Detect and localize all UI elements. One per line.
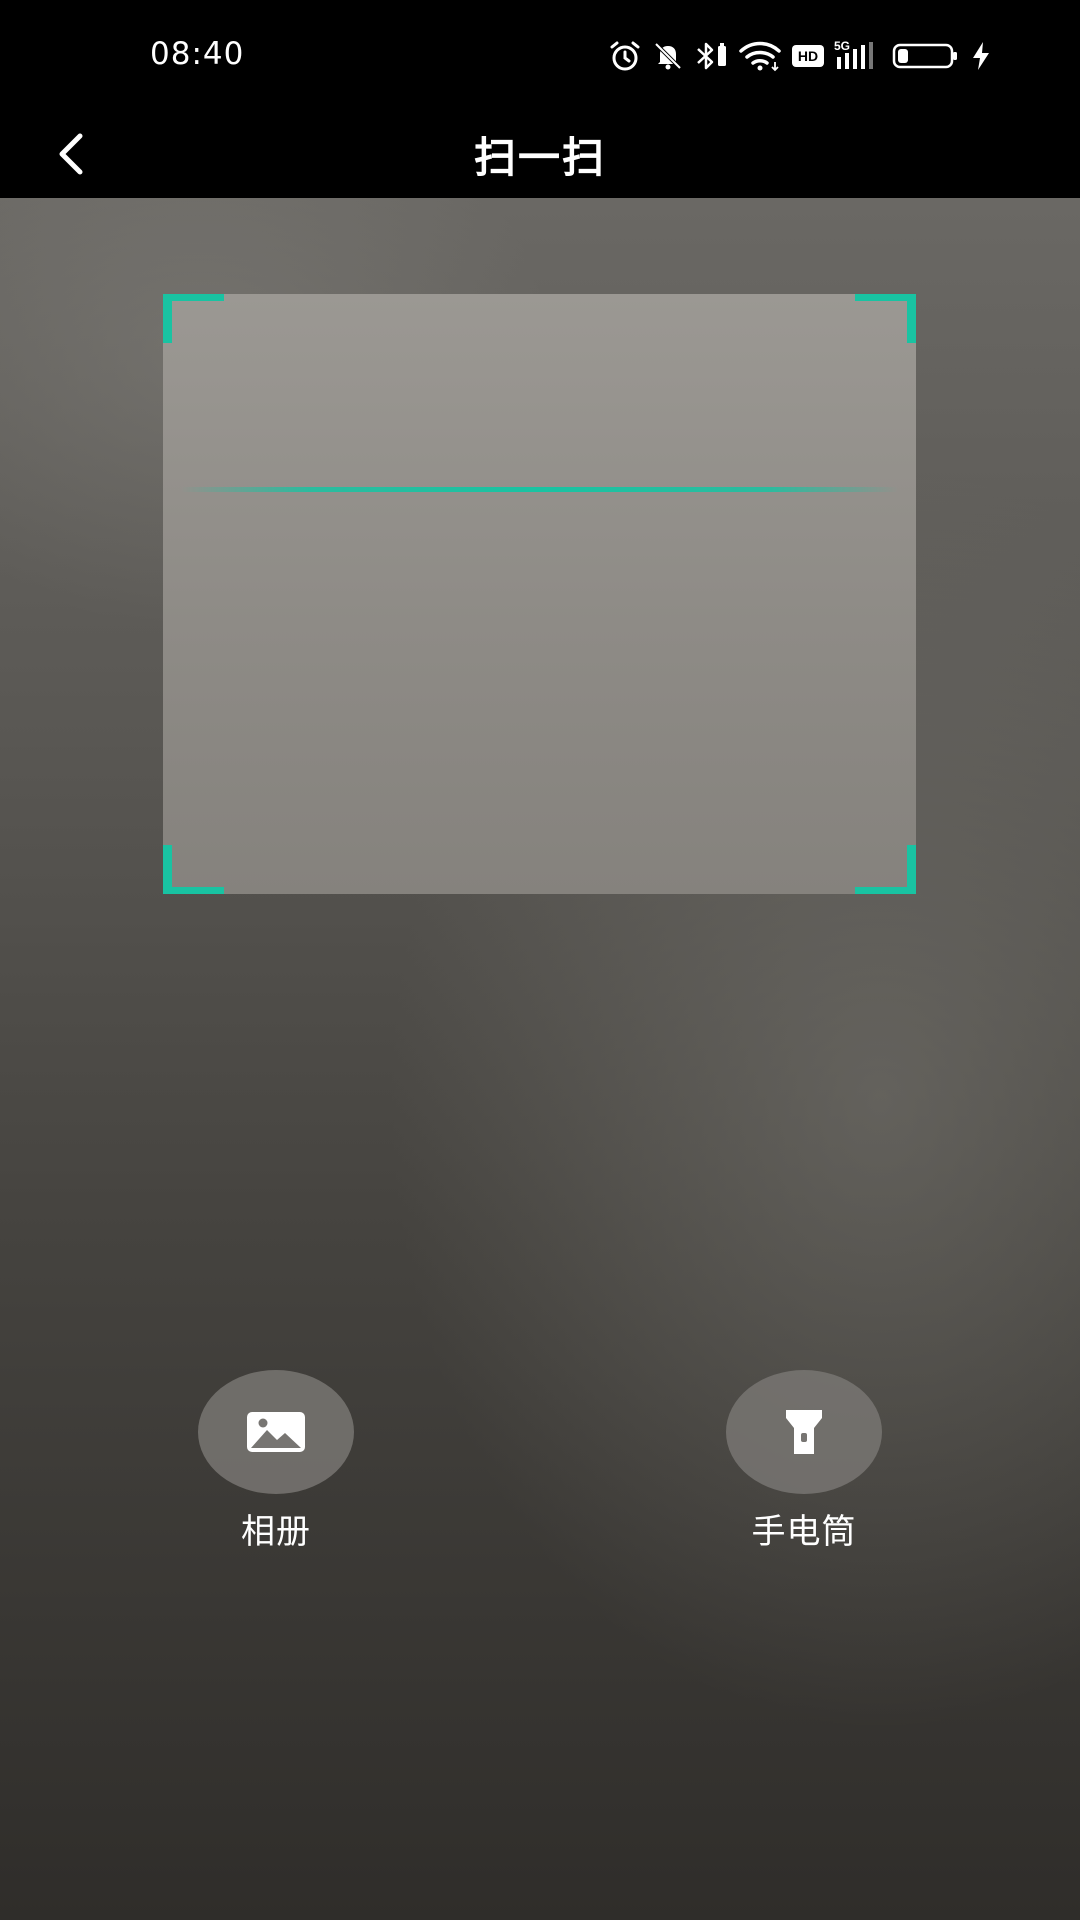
flashlight-label: 手电筒 [751,1512,857,1552]
bluetooth-icon [694,40,728,72]
flashlight-button[interactable]: 手电筒 [684,1370,924,1553]
scan-frame [163,294,916,894]
scan-line [181,487,898,492]
album-icon-circle[interactable] [198,1370,354,1494]
hd-icon: HD [792,45,824,67]
wifi-icon [738,40,782,72]
nav-bar: 扫一扫 [0,110,1080,198]
signal-5g-icon: 5G [834,39,882,73]
page-title: 扫一扫 [473,133,606,182]
album-button[interactable]: 相册 [156,1370,396,1553]
status-icons: HD 5G [608,38,992,74]
flashlight-icon [786,1410,822,1454]
status-time: 08:40 [150,36,245,72]
flashlight-icon-circle[interactable] [726,1370,882,1494]
status-bar: 08:40 HD 5G [0,0,1080,110]
scan-corner-bottom-right [855,845,916,894]
image-icon [247,1412,305,1452]
scanner-screen: 08:40 HD 5G 扫一扫 相册 手电筒 [0,0,1080,1920]
album-label: 相册 [241,1512,311,1552]
scan-corner-top-left [163,294,224,343]
scan-corner-bottom-left [163,845,224,894]
battery-icon [892,41,960,71]
charging-icon [970,40,992,72]
scan-corner-top-right [855,294,916,343]
alarm-icon [608,39,642,73]
network-label: 5G [834,39,850,53]
camera-preview: 相册 手电筒 [0,198,1080,1920]
bell-off-icon [652,40,684,72]
